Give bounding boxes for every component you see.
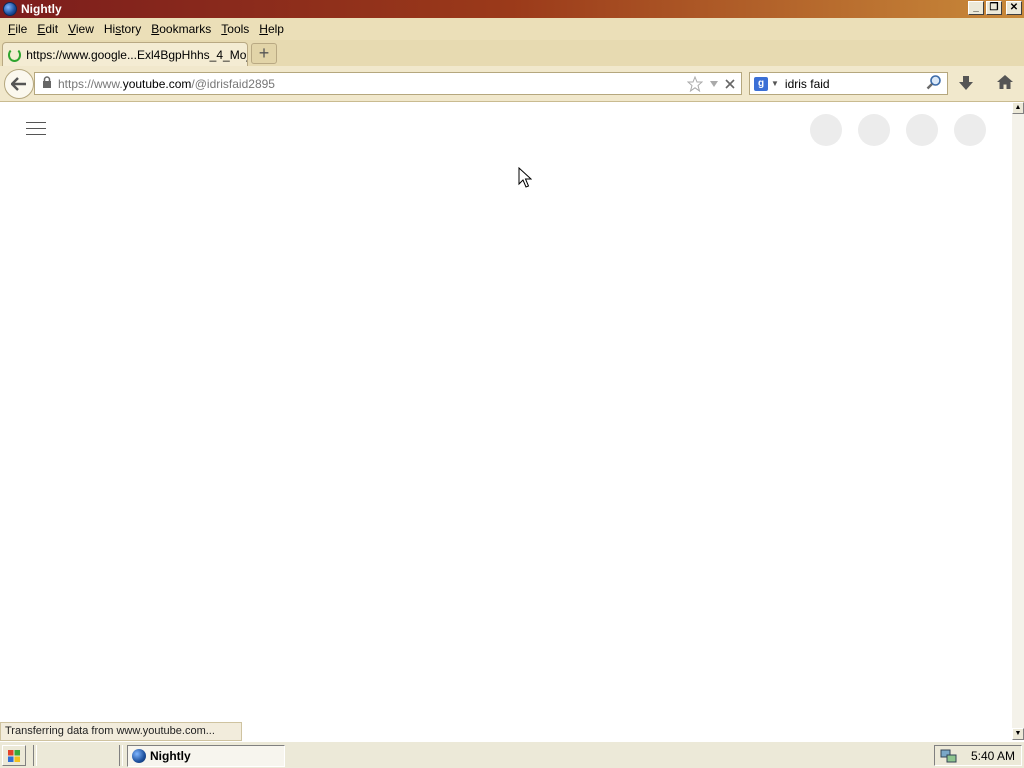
title-bar: Nightly _ ❐ ✕ xyxy=(0,0,1024,18)
system-tray: 5:40 AM xyxy=(934,745,1022,766)
search-input[interactable]: idris faid xyxy=(785,77,926,91)
google-engine-icon[interactable]: g xyxy=(754,76,768,91)
menu-file[interactable]: File xyxy=(3,22,32,36)
quicklaunch-separator xyxy=(119,745,123,766)
menu-help[interactable]: Help xyxy=(254,22,289,36)
menu-bar: File Edit View History Bookmarks Tools H… xyxy=(0,18,1024,40)
restore-button[interactable]: ❐ xyxy=(986,1,1002,15)
bookmark-star-icon[interactable] xyxy=(687,75,703,92)
clock[interactable]: 5:40 AM xyxy=(971,749,1015,763)
quicklaunch-separator xyxy=(33,745,37,766)
minimize-button[interactable]: _ xyxy=(968,1,984,15)
download-button[interactable] xyxy=(958,75,974,94)
back-button[interactable] xyxy=(4,69,34,99)
header-placeholder-circle xyxy=(954,114,986,146)
scroll-up-icon[interactable]: ▲ xyxy=(1012,102,1024,114)
search-icon[interactable] xyxy=(926,74,942,93)
search-bar[interactable]: g ▼ idris faid xyxy=(749,72,948,95)
menu-view[interactable]: View xyxy=(63,22,99,36)
start-button[interactable] xyxy=(2,745,26,766)
guide-menu-icon[interactable] xyxy=(26,122,46,140)
windows-logo-icon xyxy=(8,749,20,762)
url-bar[interactable]: https://www.youtube.com/@idrisfaid2895 xyxy=(34,72,742,95)
home-button[interactable] xyxy=(996,74,1014,93)
url-text[interactable]: https://www.youtube.com/@idrisfaid2895 xyxy=(58,77,687,91)
nightly-globe-icon xyxy=(3,2,17,16)
menu-edit[interactable]: Edit xyxy=(32,22,63,36)
taskbar: Nightly 5:40 AM xyxy=(0,741,1024,768)
lock-icon xyxy=(42,76,52,91)
page-content xyxy=(0,102,1012,740)
taskbar-nightly-label: Nightly xyxy=(150,749,191,763)
vertical-scrollbar[interactable]: ▲ ▼ xyxy=(1012,102,1024,740)
tab-bar: https://www.google...Exl4BgpHhhs_4_MojQ5… xyxy=(0,40,1024,66)
status-panel: Transferring data from www.youtube.com..… xyxy=(0,722,242,741)
menu-history[interactable]: History xyxy=(99,22,146,36)
network-icon[interactable] xyxy=(940,748,958,764)
download-arrow-icon xyxy=(959,76,973,90)
tab-active[interactable]: https://www.google...Exl4BgpHhhs_4_MojQ5 xyxy=(2,42,248,66)
close-button[interactable]: ✕ xyxy=(1006,1,1022,15)
window-title: Nightly xyxy=(21,2,62,16)
navigation-bar: https://www.youtube.com/@idrisfaid2895 g… xyxy=(0,66,1024,102)
header-placeholder-circle xyxy=(858,114,890,146)
engine-dropdown-icon[interactable]: ▼ xyxy=(771,79,779,88)
new-tab-button[interactable]: + xyxy=(251,43,277,64)
tab-title: https://www.google...Exl4BgpHhhs_4_MojQ5 xyxy=(26,47,247,62)
home-icon xyxy=(997,75,1013,89)
stop-icon[interactable] xyxy=(725,78,735,89)
nightly-globe-icon xyxy=(132,749,146,763)
loading-spinner-icon xyxy=(8,47,22,62)
header-placeholder-circle xyxy=(906,114,938,146)
header-placeholder-circle xyxy=(810,114,842,146)
mouse-cursor-icon xyxy=(518,167,532,188)
back-arrow-icon xyxy=(11,77,26,91)
taskbar-nightly-button[interactable]: Nightly xyxy=(127,745,285,767)
history-dropdown-icon[interactable] xyxy=(709,80,719,88)
menu-bookmarks[interactable]: Bookmarks xyxy=(146,22,216,36)
scroll-down-icon[interactable]: ▼ xyxy=(1012,728,1024,740)
window-controls: _ ❐ ✕ xyxy=(968,1,1022,15)
menu-tools[interactable]: Tools xyxy=(216,22,254,36)
